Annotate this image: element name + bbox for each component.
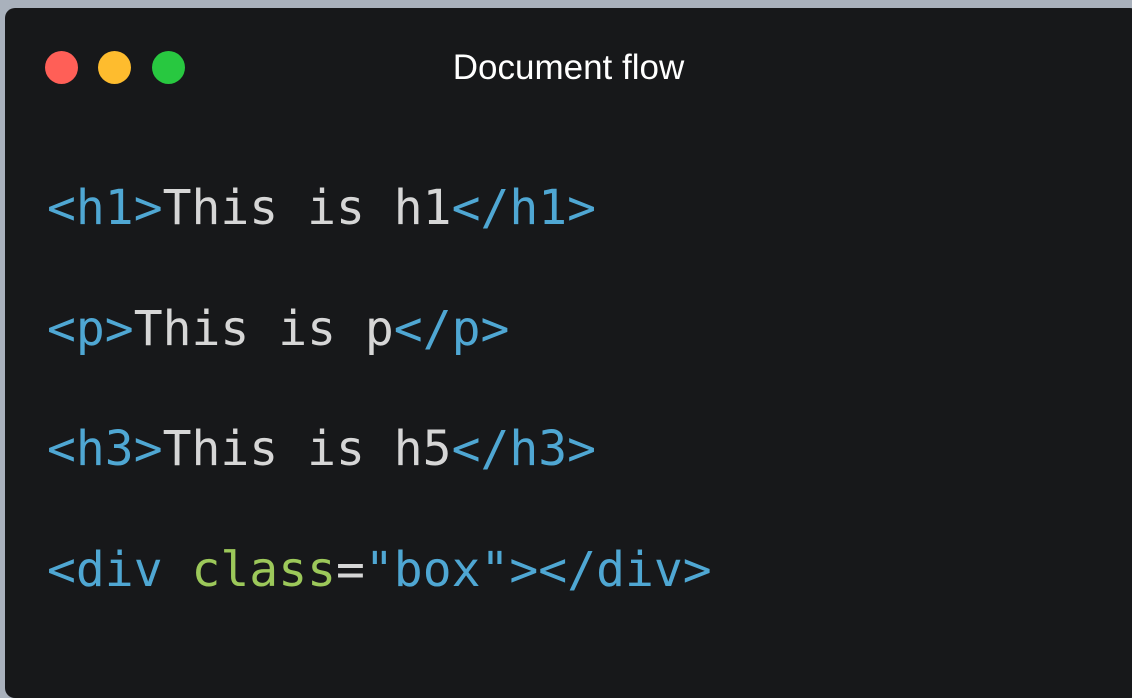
element-text: This is h1 [162, 180, 452, 236]
equals-sign: = [336, 542, 365, 598]
code-line-h3: <h3>This is h5</h3> [47, 421, 596, 477]
code-line-p: <p>This is p</p> [47, 301, 509, 357]
tag-end: ></div> [509, 542, 712, 598]
title-bar: Document flow [5, 8, 1132, 120]
code-line-h1: <h1>This is h1</h1> [47, 180, 596, 236]
open-tag: <h3> [47, 421, 163, 477]
code-line-div: <div class="box"></div> [47, 542, 712, 598]
open-tag: <p> [47, 301, 134, 357]
close-tag: </h3> [451, 421, 597, 477]
attribute-name: class [191, 542, 337, 598]
tag-start: <div [47, 542, 192, 598]
code-window: Document flow <h1>This is h1</h1> <p>Thi… [5, 8, 1132, 698]
element-text: This is h5 [162, 421, 452, 477]
close-tag: </p> [393, 301, 510, 357]
close-tag: </h1> [451, 180, 597, 236]
open-tag: <h1> [47, 180, 163, 236]
window-title: Document flow [452, 48, 685, 87]
code-block: <h1>This is h1</h1> <p>This is p</p> <h3… [47, 8, 712, 598]
attribute-value: "box" [364, 542, 510, 598]
element-text: This is p [133, 301, 394, 357]
